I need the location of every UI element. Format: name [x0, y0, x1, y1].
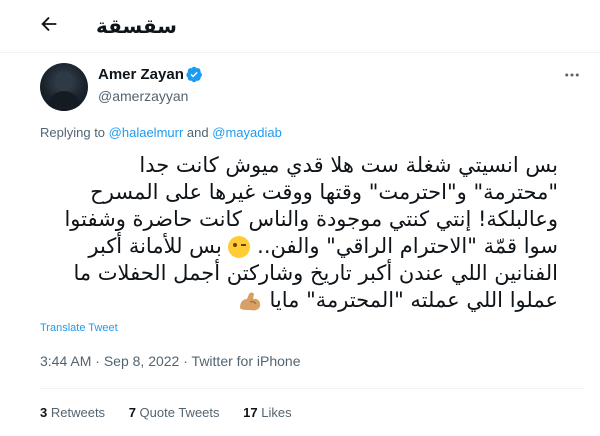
avatar-head — [55, 71, 73, 91]
retweets-label: Retweets — [50, 405, 106, 420]
verified-badge-icon — [186, 66, 202, 83]
meta-separator-1: · — [95, 353, 100, 369]
winking-face-icon — [228, 236, 251, 258]
tweet-line-1: بس انسيتي شغلة ست هلا قدي ميوش كانت جدا — [139, 153, 558, 177]
tweet-line-3: وعالبلكة! إنتي كنتي موجودة والناس كانت ح… — [64, 207, 558, 231]
mention-halaelmurr[interactable]: @halaelmurr — [109, 125, 184, 140]
author-display-name[interactable]: Amer Zayan — [98, 66, 184, 83]
tweet-text: بس انسيتي شغلة ست هلا قدي ميوش كانت جدا … — [40, 152, 558, 314]
tweet-line-2: "محترمة" و"احترمت" وقتها ووقت غيرها على … — [90, 180, 558, 204]
tweet-date[interactable]: Sep 8, 2022 — [104, 353, 180, 369]
replying-to-prefix: Replying to — [40, 125, 106, 140]
translate-tweet-link[interactable]: Translate Tweet — [40, 322, 118, 334]
meta-divider — [40, 388, 584, 389]
tweet-line-4b: بس للأمانة أكبر — [88, 234, 222, 258]
retweets-count: 3 — [40, 405, 48, 420]
meta-separator-2: · — [183, 353, 188, 369]
retweets-stat[interactable]: 3 Retweets — [40, 405, 109, 420]
page-title: سقسقة — [96, 16, 177, 38]
top-bar: سقسقة — [0, 0, 600, 52]
tweet-line-6: عملوا اللي عملته "المحترمة" مايا — [40, 287, 558, 314]
tweet-metadata: 3:44 AM · Sep 8, 2022 · Twitter for iPho… — [40, 353, 300, 369]
likes-label: Likes — [261, 405, 292, 420]
avatar-body — [48, 91, 80, 111]
likes-count: 17 — [243, 405, 258, 420]
tweet-line-5: الفنانين اللي عندن أكبر تاريخ وشاركتن أج… — [73, 261, 558, 285]
tweet-time[interactable]: 3:44 AM — [40, 353, 91, 369]
replying-to: Replying to @halaelmurr and @mayadiab — [40, 125, 282, 140]
tweet-line-4a: سوا قمّة "الاحترام الراقي" والفن.. — [257, 234, 558, 258]
likes-stat[interactable]: 17 Likes — [243, 405, 291, 420]
flexed-biceps-icon — [239, 292, 260, 311]
author-handle[interactable]: @amerzayyan — [98, 88, 188, 104]
tweet-source[interactable]: Twitter for iPhone — [192, 353, 301, 369]
tweet-line-4: سوا قمّة "الاحترام الراقي" والفن.. بس لل… — [40, 233, 558, 260]
replying-to-and: and — [186, 125, 209, 140]
tweet-stats: 3 Retweets 7 Quote Tweets 17 Likes — [40, 405, 312, 420]
more-options-icon[interactable] — [562, 66, 582, 84]
avatar[interactable] — [40, 63, 88, 111]
mention-mayadiab[interactable]: @mayadiab — [212, 125, 282, 140]
quote-tweets-label: Quote Tweets — [139, 405, 220, 420]
arrow-left-icon[interactable] — [38, 13, 60, 35]
tweet-line-6-text: عملوا اللي عملته "المحترمة" مايا — [269, 288, 558, 312]
quote-tweets-count: 7 — [128, 405, 136, 420]
header-divider — [0, 52, 600, 53]
quote-tweets-stat[interactable]: 7 Quote Tweets — [129, 405, 223, 420]
